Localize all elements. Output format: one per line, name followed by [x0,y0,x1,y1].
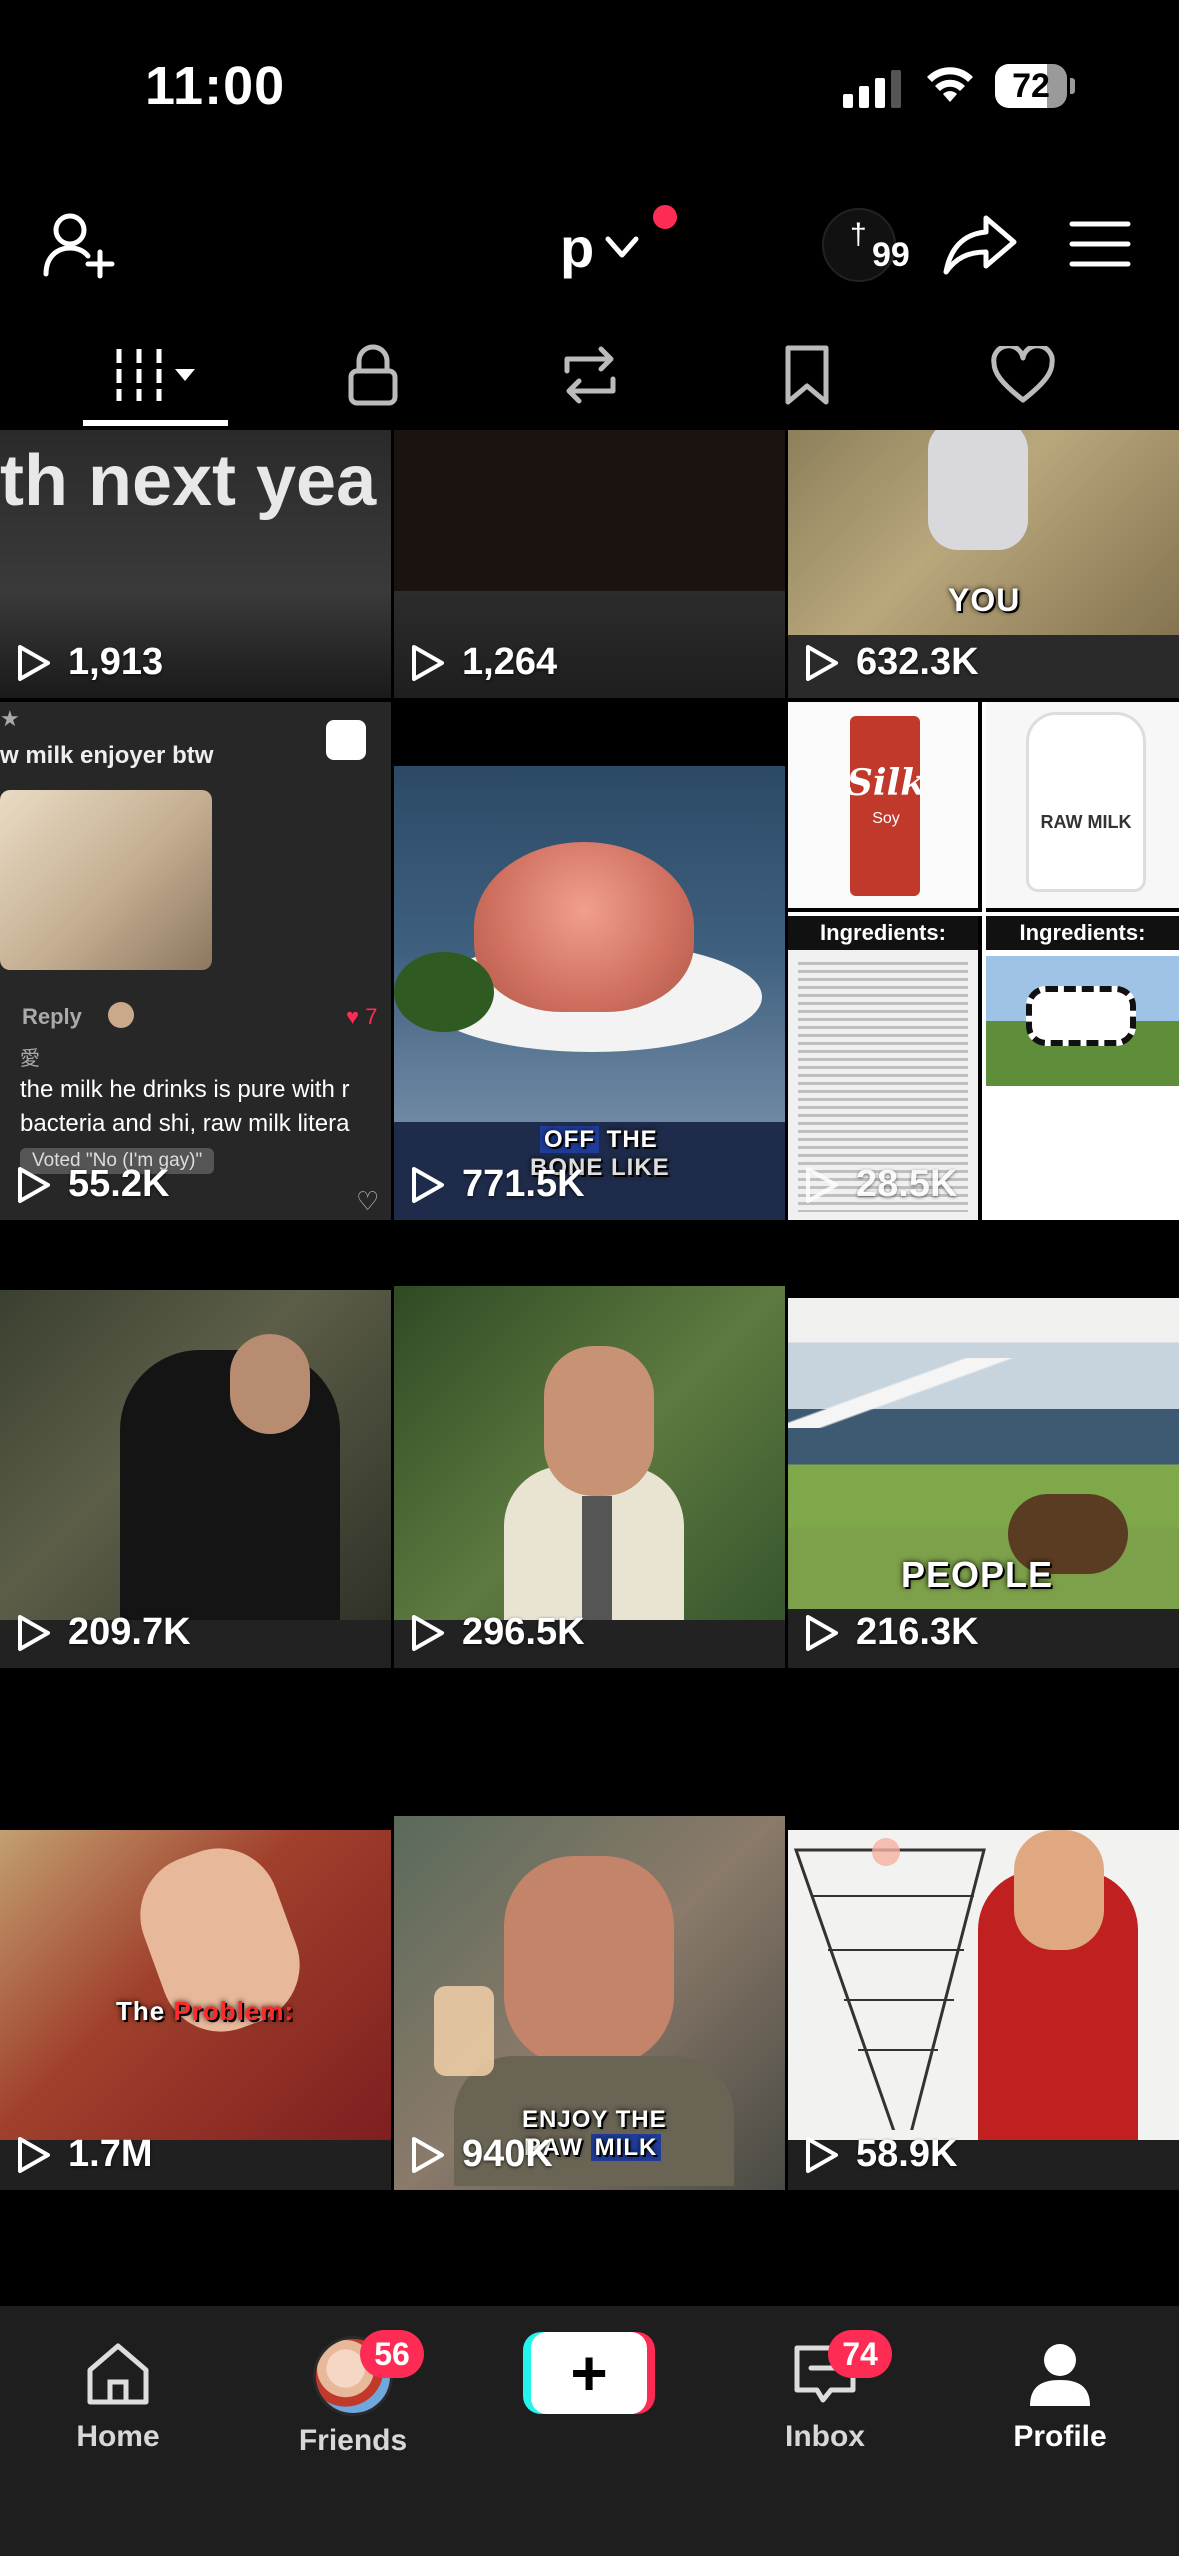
video-caption: The Problem: [116,1996,295,2026]
tab-videos[interactable] [83,320,228,430]
nav-inbox-label: Inbox [785,2420,865,2453]
video-tile[interactable]: The Problem: 1.7M [0,1830,391,2190]
status-bar: 11:00 72 [0,0,1179,170]
view-count: 58.9K [804,2133,957,2176]
create-button[interactable]: + [523,2332,655,2414]
product-label: Silk [846,762,926,804]
product-label: RAW MILK [1040,812,1132,832]
carousel-icon [326,720,366,760]
play-icon [18,1166,50,1203]
view-count: 940K [410,2133,553,2176]
play-icon [806,644,838,681]
lock-icon [348,344,397,406]
video-tile[interactable]: 58.9K [788,1830,1179,2190]
heart-icon [990,346,1055,403]
view-count: 55.2K [16,1163,169,1206]
play-icon [806,1614,838,1651]
view-count: 632.3K [804,641,979,684]
nav-home-label: Home [76,2420,160,2453]
nav-home[interactable]: Home [33,2336,203,2454]
video-caption: th next yea [0,441,377,521]
play-icon [806,1166,838,1203]
account-switcher[interactable]: p [560,212,642,282]
status-time: 11:00 [145,56,286,116]
tab-reposts[interactable] [517,320,662,430]
chevron-down-icon [605,236,639,258]
video-caption: PEOPLE [901,1554,1054,1595]
username: p [560,215,595,279]
video-tile[interactable]: ENJOY THE RAW MILK 940K [394,1816,785,2190]
video-tile[interactable]: PEOPLE 216.3K [788,1298,1179,1668]
cellular-signal-icon [843,68,905,108]
bookmark-icon [785,345,828,405]
nav-friends-label: Friends [298,2424,408,2457]
profile-icon [1030,2344,1090,2406]
nav-profile[interactable]: Profile [975,2336,1145,2454]
play-icon [18,1614,50,1651]
ingredients-label: Ingredients: [788,916,978,950]
tab-favorites[interactable] [734,320,879,430]
view-count: 1.7M [16,2133,152,2176]
home-icon [87,2343,149,2405]
play-icon [18,2136,50,2173]
nav-inbox[interactable]: Inbox 74 [740,2330,910,2454]
profile-tabs [0,320,1179,430]
video-tile[interactable]: YOU 632.3K [788,430,1179,698]
view-count: 296.5K [410,1611,585,1654]
view-count: 216.3K [804,1611,979,1654]
heart-outline-icon: ♡ [356,1186,380,1216]
grid-icon [116,349,195,401]
wifi-icon [927,67,973,102]
video-tile[interactable]: 1,264 [394,430,785,698]
play-icon [18,644,50,681]
avatar-count: 99 [872,236,910,274]
view-count: 28.5K [804,1163,957,1206]
comment-reply: Reply [22,1004,82,1029]
play-icon [412,1166,444,1203]
inbox-badge: 74 [828,2330,892,2378]
play-icon [412,1614,444,1651]
video-tile[interactable]: 296.5K [394,1286,785,1668]
notification-dot [653,205,677,229]
bottom-nav: Home Friends 56 + Inbox 74 Profile [0,2306,1179,2556]
active-tab-indicator [83,420,228,426]
play-icon [412,2136,444,2173]
video-tile[interactable]: Silk Soy RAW MILK Ingredients: Ingredien… [788,702,1179,1220]
nav-friends[interactable]: Friends 56 [268,2330,438,2458]
comment-text: bacteria and shi, raw milk litera [20,1110,350,1137]
view-count: 209.7K [16,1611,191,1654]
video-tile[interactable]: 209.7K [0,1290,391,1668]
comment-header: w milk enjoyer btw [0,742,214,769]
play-icon [806,2136,838,2173]
tab-private[interactable] [300,320,445,430]
video-caption: YOU [948,582,1021,618]
repost-icon [564,346,615,404]
comment-text: the milk he drinks is pure with r [20,1076,350,1103]
plus-icon: + [531,2332,647,2414]
video-tile[interactable]: ★ w milk enjoyer btw Reply ♥ 7 愛 the mil… [0,702,391,1220]
friends-badge: 56 [360,2330,424,2378]
battery-icon: 72 [995,64,1075,108]
menu-icon[interactable] [1068,218,1132,270]
video-caption: OFF THE [540,1126,658,1154]
tab-liked[interactable] [950,320,1095,430]
share-icon[interactable] [942,210,1018,280]
video-tile[interactable]: OFF THE BONE LIKE 771.5K [394,702,785,1220]
video-tile[interactable]: th next yea 1,913 [0,430,391,698]
view-count: 1,913 [16,641,163,684]
play-icon [412,644,444,681]
view-count: 1,264 [410,641,557,684]
view-count: 771.5K [410,1163,585,1206]
battery-level: 72 [1012,67,1050,105]
product-label: Soy [872,810,900,827]
ingredients-label: Ingredients: [986,916,1179,950]
add-friend-icon[interactable] [40,208,116,280]
video-caption: ENJOY THE [522,2106,667,2133]
nav-profile-label: Profile [1013,2420,1107,2453]
comment-author: 愛 [20,1048,40,1070]
comment-likes: ♥ 7 [346,1004,378,1029]
